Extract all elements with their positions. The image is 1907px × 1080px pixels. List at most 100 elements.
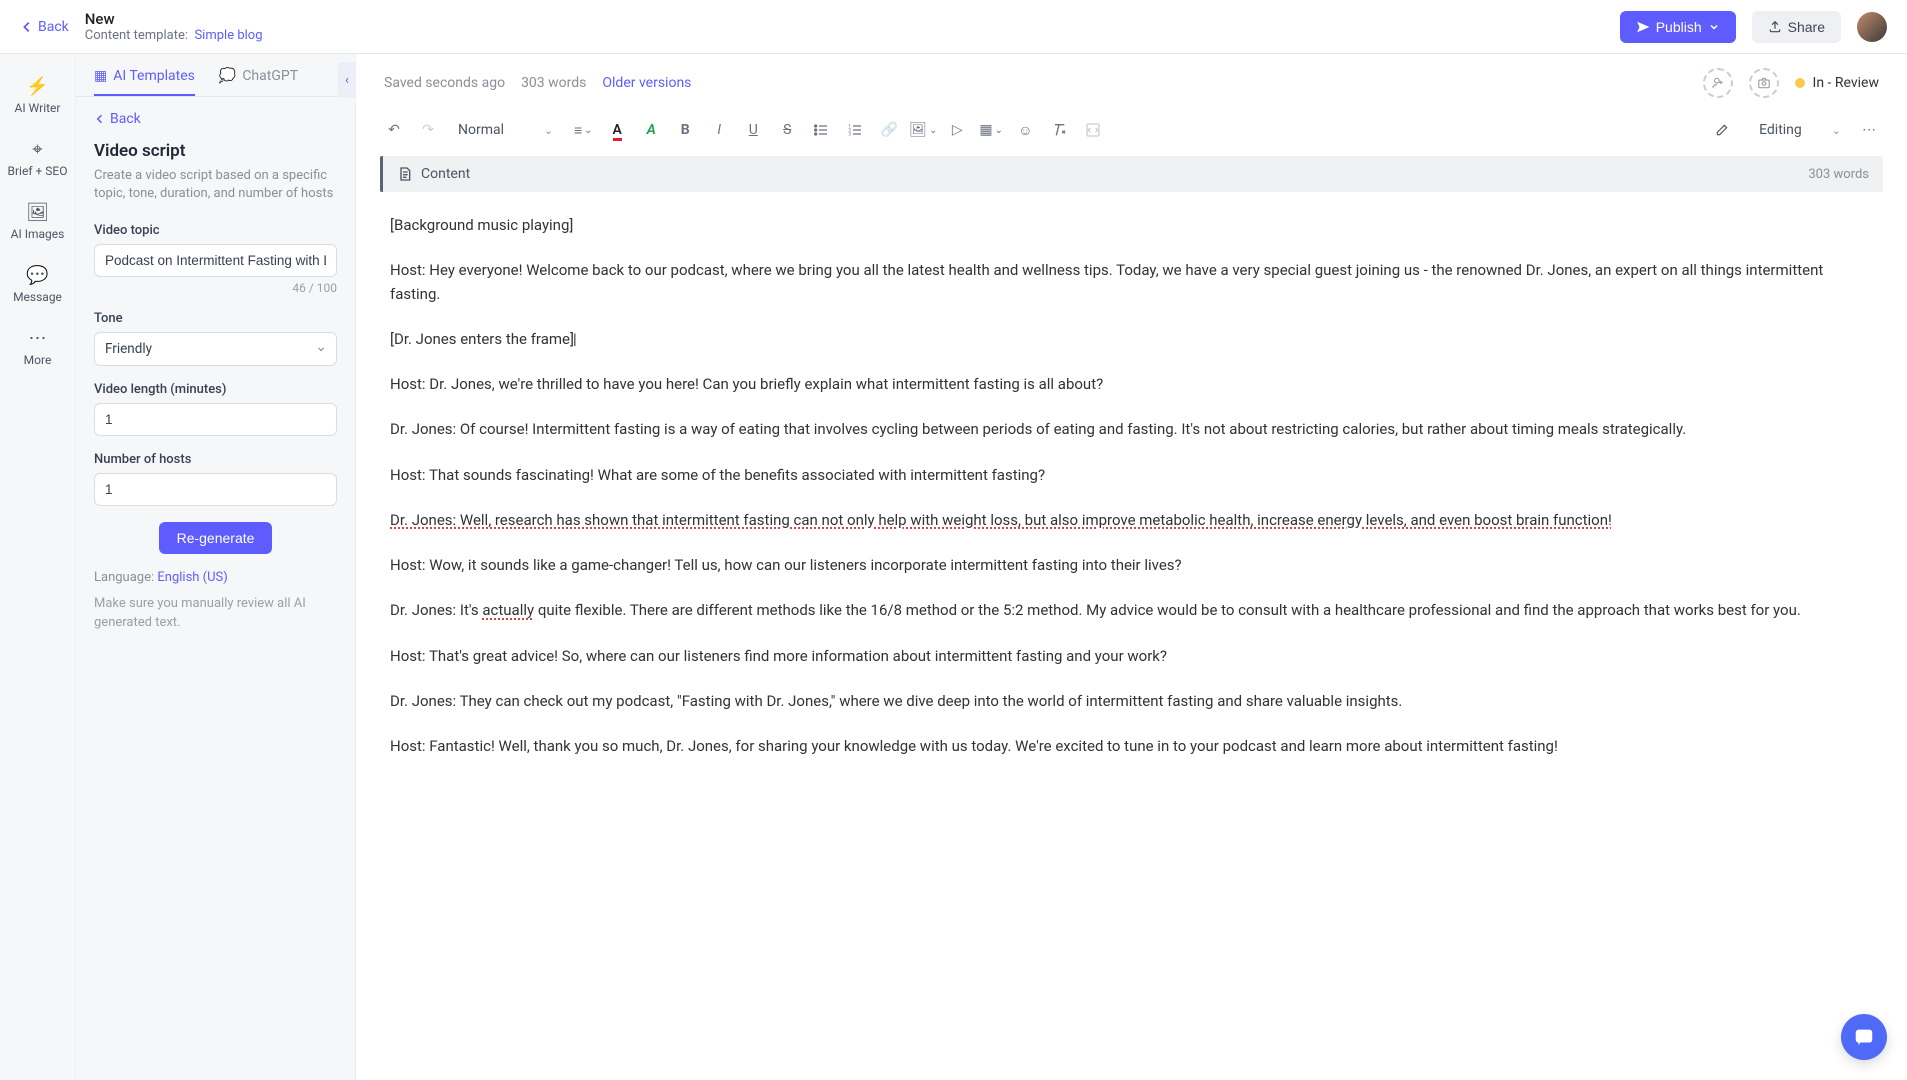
regenerate-button[interactable]: Re-generate xyxy=(159,522,273,554)
language-label: Language: xyxy=(94,570,154,585)
avatar[interactable] xyxy=(1857,12,1887,42)
topic-label: Video topic xyxy=(94,223,337,238)
rail-label: AI Images xyxy=(11,227,65,241)
field-tone: Tone Friendly xyxy=(94,311,337,366)
pencil-icon xyxy=(1715,123,1729,137)
paragraph: Host: Dr. Jones, we're thrilled to have … xyxy=(390,373,1873,396)
spell-error: actually xyxy=(482,601,534,619)
message-icon: 💬 xyxy=(0,265,75,286)
paragraph: Host: Hey everyone! Welcome back to our … xyxy=(390,259,1873,306)
paragraph: [Background music playing] xyxy=(390,214,1873,237)
panel-back-button[interactable]: Back xyxy=(94,111,337,127)
more-icon: ⋯ xyxy=(0,328,75,349)
bolt-icon: ⚡ xyxy=(0,76,75,97)
video-insert-button[interactable]: ▷ xyxy=(943,116,971,144)
paragraph-style-select[interactable]: Normal xyxy=(448,118,563,142)
image-insert-button[interactable]: 🖼 xyxy=(909,116,937,144)
share-label: Share xyxy=(1788,19,1825,35)
topic-counter: 46 / 100 xyxy=(94,281,337,295)
older-versions-link[interactable]: Older versions xyxy=(602,75,691,91)
left-rail: ⚡ AI Writer ⌖ Brief + SEO 🖼 AI Images 💬 … xyxy=(0,54,76,1080)
topbar: Back New Content template: Simple blog P… xyxy=(0,0,1907,54)
rail-label: Message xyxy=(13,290,62,304)
length-label: Video length (minutes) xyxy=(94,382,337,397)
table-insert-button[interactable]: ▦ xyxy=(977,116,1005,144)
tab-label: AI Templates xyxy=(113,68,195,84)
back-button[interactable]: Back xyxy=(20,19,69,35)
paragraph-text: [Dr. Jones enters the frame] xyxy=(390,330,577,348)
language-row: Language: English (US) xyxy=(94,570,337,585)
bullet-list-button[interactable] xyxy=(807,116,835,144)
editing-label: Editing xyxy=(1759,122,1802,138)
template-label: Content template: xyxy=(85,28,188,43)
paragraph: Host: That sounds fascinating! What are … xyxy=(390,464,1873,487)
editor-meta: Saved seconds ago 303 words Older versio… xyxy=(356,54,1907,112)
rail-message[interactable]: 💬 Message xyxy=(0,253,75,316)
template-link[interactable]: Simple blog xyxy=(194,28,262,43)
undo-button[interactable]: ↶ xyxy=(380,116,408,144)
status-label: In - Review xyxy=(1813,75,1879,91)
numbered-list-button[interactable]: 123 xyxy=(841,116,869,144)
panel-back-label: Back xyxy=(110,111,141,127)
back-label: Back xyxy=(38,19,69,35)
tab-label: ChatGPT xyxy=(242,68,298,84)
word-count: 303 words xyxy=(521,75,586,91)
doc-title: New xyxy=(85,10,1604,28)
text-color-button[interactable]: A xyxy=(603,116,631,144)
italic-button[interactable]: I xyxy=(705,116,733,144)
clear-format-button[interactable] xyxy=(1045,116,1073,144)
doc-info: New Content template: Simple blog xyxy=(85,10,1604,43)
link-button[interactable]: 🔗 xyxy=(875,116,903,144)
document-body[interactable]: [Background music playing] Host: Hey eve… xyxy=(356,192,1907,1080)
status-dot-icon xyxy=(1795,78,1805,88)
editor: Saved seconds ago 303 words Older versio… xyxy=(356,54,1907,1080)
target-icon: ⌖ xyxy=(0,139,75,160)
status-select[interactable]: In - Review xyxy=(1795,75,1879,91)
rail-ai-images[interactable]: 🖼 AI Images xyxy=(0,190,75,253)
hosts-input[interactable] xyxy=(94,473,337,506)
code-block-button[interactable] xyxy=(1079,116,1107,144)
tab-chatgpt[interactable]: 💭 ChatGPT xyxy=(219,68,298,96)
underline-button[interactable]: U xyxy=(739,116,767,144)
spell-error: Dr. Jones: Well, research has shown that… xyxy=(390,511,1612,529)
document-icon xyxy=(397,166,413,182)
saved-status: Saved seconds ago xyxy=(384,75,505,91)
templates-icon: ▦ xyxy=(94,68,107,84)
paragraph: Host: That's great advice! So, where can… xyxy=(390,645,1873,668)
topic-input[interactable] xyxy=(94,244,337,277)
svg-text:3: 3 xyxy=(849,131,852,137)
snapshot-button[interactable] xyxy=(1749,68,1779,98)
content-section-header: Content 303 words xyxy=(380,156,1883,192)
add-collaborator-button[interactable] xyxy=(1703,68,1733,98)
highlight-button[interactable]: A xyxy=(637,116,665,144)
paragraph: Dr. Jones: Well, research has shown that… xyxy=(390,509,1873,532)
emoji-button[interactable]: ☺ xyxy=(1011,116,1039,144)
redo-button[interactable]: ↷ xyxy=(414,116,442,144)
length-input[interactable] xyxy=(94,403,337,436)
tone-select[interactable]: Friendly xyxy=(94,332,337,366)
bold-button[interactable]: B xyxy=(671,116,699,144)
intercom-chat-button[interactable] xyxy=(1841,1014,1887,1060)
rail-ai-writer[interactable]: ⚡ AI Writer xyxy=(0,64,75,127)
paragraph: [Dr. Jones enters the frame] xyxy=(390,328,1873,351)
strike-button[interactable]: S xyxy=(773,116,801,144)
panel-desc: Create a video script based on a specifi… xyxy=(94,167,337,203)
rail-more[interactable]: ⋯ More xyxy=(0,316,75,379)
language-link[interactable]: English (US) xyxy=(157,570,227,585)
panel-title: Video script xyxy=(94,141,337,161)
field-video-length: Video length (minutes) xyxy=(94,382,337,436)
hosts-label: Number of hosts xyxy=(94,452,337,467)
toolbar-more-button[interactable]: ⋯ xyxy=(1855,116,1883,144)
field-video-topic: Video topic 46 / 100 xyxy=(94,223,337,295)
share-button[interactable]: Share xyxy=(1752,11,1841,43)
align-button[interactable]: ≡ xyxy=(569,116,597,144)
publish-button[interactable]: Publish xyxy=(1620,11,1736,43)
paragraph: Host: Fantastic! Well, thank you so much… xyxy=(390,735,1873,758)
tab-ai-templates[interactable]: ▦ AI Templates xyxy=(94,68,195,96)
doc-template: Content template: Simple blog xyxy=(85,28,1604,43)
rail-brief-seo[interactable]: ⌖ Brief + SEO xyxy=(0,127,75,190)
tone-label: Tone xyxy=(94,311,337,326)
editing-mode-select[interactable]: Editing xyxy=(1707,118,1849,142)
collapse-panel-button[interactable]: ‹ xyxy=(338,62,356,98)
rail-label: More xyxy=(24,353,52,367)
